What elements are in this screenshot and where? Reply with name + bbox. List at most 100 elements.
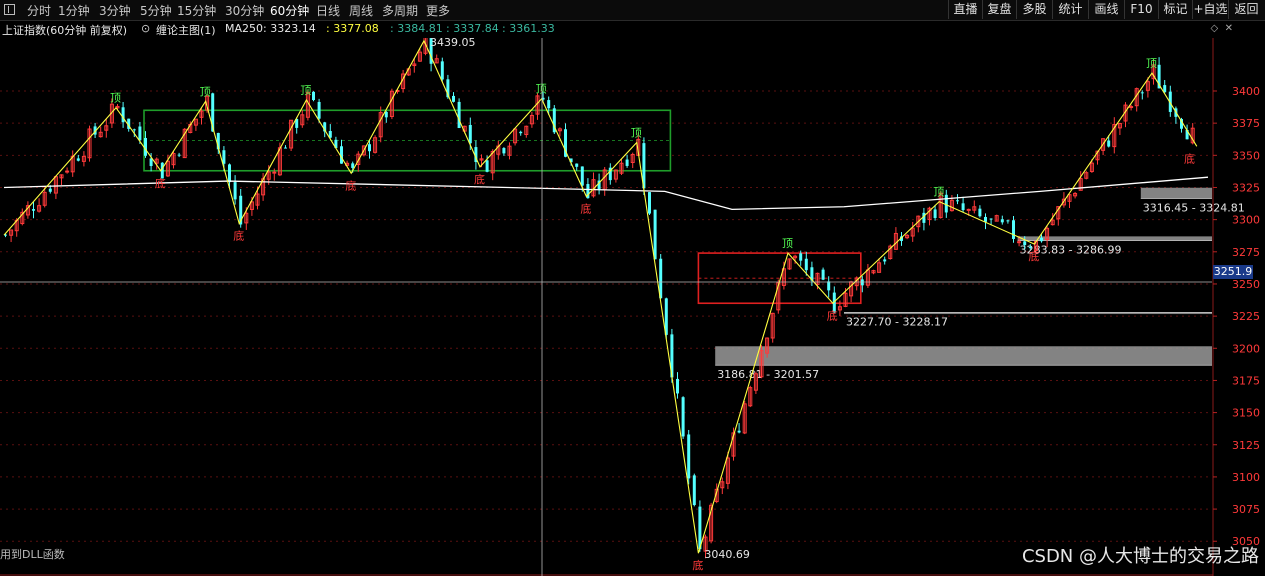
candle-body <box>384 111 388 118</box>
zone-label: 3316.45 - 3324.81 <box>1143 201 1245 214</box>
candle-body <box>984 216 987 222</box>
price-tick-label: 3225 <box>1232 310 1260 323</box>
price-tick-label: 3175 <box>1232 374 1260 387</box>
watermark: CSDN @人大博士的交易之路 <box>1021 546 1259 567</box>
candle-body <box>799 253 803 261</box>
bottom-fractal-label: 底 <box>345 178 356 192</box>
candle-body <box>681 397 685 437</box>
candle-body <box>312 91 315 101</box>
candle-body <box>228 164 231 183</box>
candle-body <box>468 124 472 144</box>
toolbar-button-4[interactable]: 画线 <box>1088 0 1124 19</box>
period-toolbar: 分时 1分钟 3分钟 5分钟 15分钟 30分钟 60分钟 日线 周线 多周期 更多 直播 复盘 多股统… <box>0 0 1265 21</box>
period-tab-9[interactable]: 多周期 <box>382 2 418 19</box>
candle-body <box>519 131 523 134</box>
top-fractal-label: 顶 <box>1146 57 1157 70</box>
candle-body <box>944 194 948 213</box>
candle-body <box>1129 106 1134 109</box>
price-tick-label: 3150 <box>1232 407 1260 420</box>
top-fractal-label: 顶 <box>782 237 793 250</box>
fractal-labels: 顶底顶底顶底顶底顶底顶底顶底顶底顶底3439.053040.69 <box>110 38 1195 572</box>
period-tab-3[interactable]: 5分钟 <box>140 2 172 19</box>
candle-body <box>284 147 287 149</box>
toolbar-button-7[interactable]: +自选 <box>1192 0 1228 19</box>
candle-body <box>966 208 971 211</box>
candle-body <box>804 258 808 271</box>
candle-body <box>692 475 696 506</box>
top-fractal-label: 顶 <box>933 186 944 199</box>
period-tab-10[interactable]: 更多 <box>426 2 450 19</box>
candle-body <box>1023 241 1027 246</box>
price-tick-label: 3100 <box>1232 471 1260 484</box>
zone-band <box>1140 187 1212 199</box>
bottom-fractal-label: 底 <box>1028 249 1039 263</box>
candle-body <box>1006 220 1010 222</box>
period-tab-1[interactable]: 1分钟 <box>58 2 90 19</box>
period-tab-8[interactable]: 周线 <box>349 2 373 19</box>
bi-polyline <box>3 39 1198 554</box>
candle-body <box>1028 247 1032 249</box>
bottom-fractal-label: 底 <box>827 308 838 322</box>
candle-body <box>547 100 551 109</box>
kline-chart[interactable]: 3316.45 - 3324.813283.83 - 3286.993227.7… <box>0 38 1265 576</box>
period-tab-0[interactable]: 分时 <box>27 2 51 19</box>
menu-icon[interactable] <box>4 4 15 15</box>
top-fractal-label: 顶 <box>110 92 121 105</box>
candle-body <box>502 148 506 154</box>
grid <box>0 90 1212 542</box>
zone-band <box>715 346 1212 366</box>
top-fractal-label: 顶 <box>200 85 211 98</box>
top-fractal-label: 顶 <box>631 126 642 139</box>
bottom-fractal-label: 底 <box>692 558 703 572</box>
bottom-fractal-label: 底 <box>580 201 591 215</box>
candle-body <box>978 208 982 217</box>
candle-body <box>351 163 355 168</box>
candle-body <box>222 150 226 164</box>
price-tick-label: 3200 <box>1232 342 1260 355</box>
toolbar-button-0[interactable]: 直播 <box>948 0 982 19</box>
candle-body <box>1140 92 1144 94</box>
toolbar-button-3[interactable]: 统计 <box>1052 0 1088 19</box>
toolbar-button-8[interactable]: 返回 <box>1228 0 1264 19</box>
close-icon[interactable]: ✕ <box>1225 23 1233 34</box>
candle-body <box>1012 220 1015 239</box>
indicator-name[interactable]: 缠论主图(1) <box>156 22 216 38</box>
candle-body <box>1040 237 1043 242</box>
period-tab-6[interactable]: 60分钟 <box>270 2 309 19</box>
dll-notice: 用到DLL函数 <box>0 548 65 561</box>
candle-body <box>676 378 679 394</box>
price-tick-label: 3275 <box>1232 246 1260 259</box>
candlesticks <box>4 38 1195 559</box>
bottom-fractal-label: 底 <box>474 172 485 186</box>
indicator-value-2: : 3384.81 <box>390 22 443 35</box>
candle-body <box>625 159 629 166</box>
candle-body <box>65 170 70 173</box>
candle-body <box>653 209 657 260</box>
diamond-icon[interactable]: ◇ <box>1211 23 1219 34</box>
candle-body <box>272 171 277 174</box>
candle-body <box>648 192 651 214</box>
candle-body <box>149 158 153 167</box>
zone-label: 3186.81 - 3201.57 <box>717 368 819 381</box>
toolbar-button-1[interactable]: 复盘 <box>982 0 1016 19</box>
crosshair <box>0 38 1212 576</box>
period-tab-5[interactable]: 30分钟 <box>225 2 264 19</box>
toolbar-button-6[interactable]: 标记 <box>1158 0 1192 19</box>
toolbar-button-2[interactable]: 多股 <box>1016 0 1052 19</box>
candle-body <box>687 434 691 479</box>
period-tab-7[interactable]: 日线 <box>316 2 340 19</box>
top-fractal-label: 顶 <box>300 84 311 97</box>
price-tick-label: 3075 <box>1232 503 1260 516</box>
period-tab-4[interactable]: 15分钟 <box>177 2 216 19</box>
top-fractal-label: 顶 <box>536 83 547 96</box>
candle-body <box>989 218 993 220</box>
chart-title: 上证指数(60分钟 前复权) <box>2 24 128 37</box>
settings-icon[interactable]: ⊙ <box>141 22 150 35</box>
toolbar-button-5[interactable]: F10 <box>1124 0 1158 19</box>
price-tick-label: 3125 <box>1232 439 1260 452</box>
bottom-fractal-label: 底 <box>233 228 244 242</box>
panel-controls: ◇ ✕ <box>1211 23 1233 34</box>
period-tab-2[interactable]: 3分钟 <box>99 2 131 19</box>
bottom-fractal-label: 底 <box>1184 151 1195 165</box>
candle-body <box>32 209 35 211</box>
